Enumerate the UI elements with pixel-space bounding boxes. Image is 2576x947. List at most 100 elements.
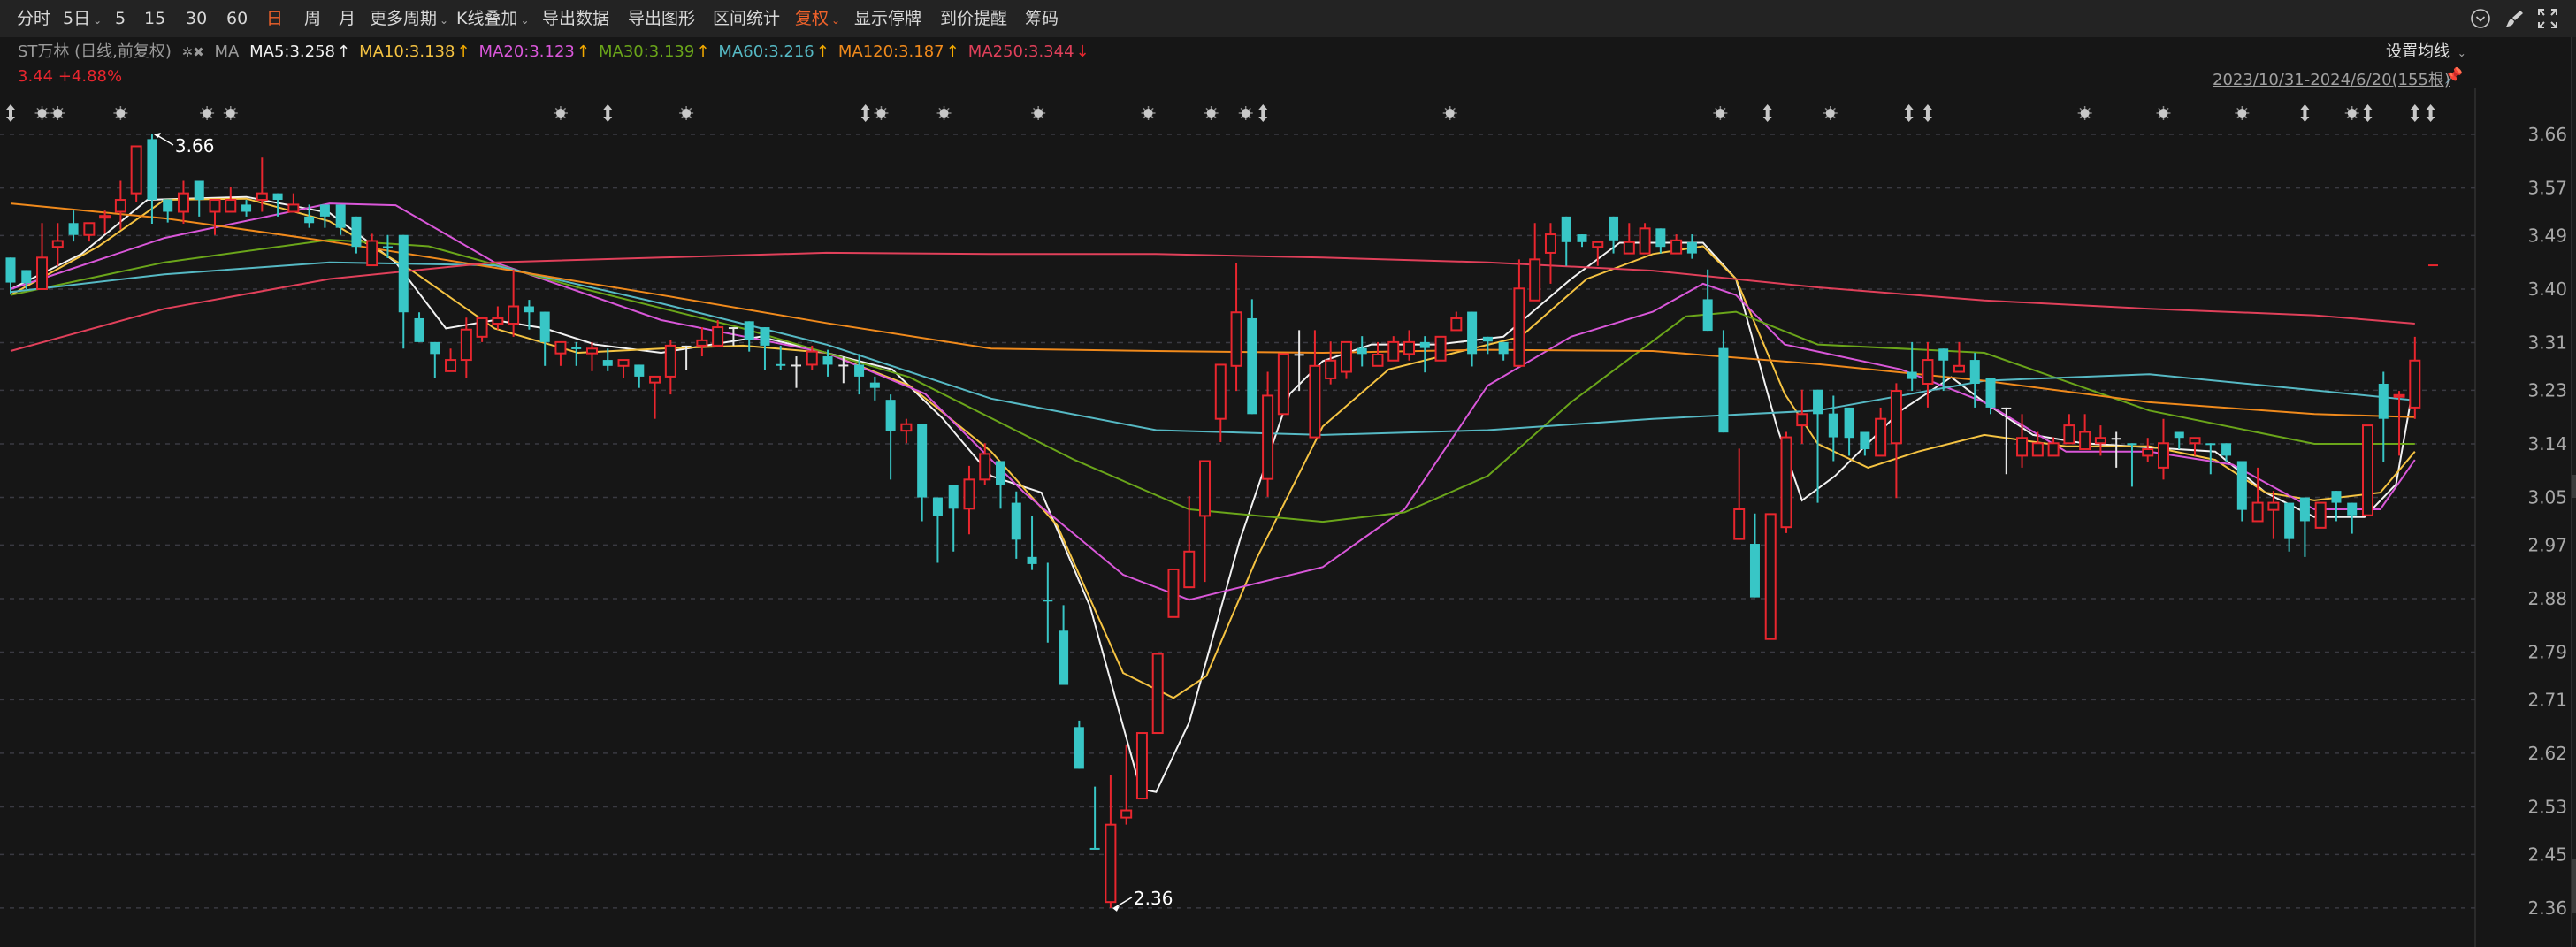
toolbar-item[interactable]: 日 (266, 0, 283, 37)
toolbar-item-label: 显示停牌 (854, 9, 922, 28)
scrollbar-thumb[interactable] (2572, 859, 2576, 913)
candle-body (1609, 216, 1619, 241)
chevron-down-icon: ⌄ (93, 14, 103, 27)
set-ma-button[interactable]: 设置均线 ⌄ (2386, 39, 2466, 66)
toolbar-item[interactable]: 导出图形 (628, 0, 695, 37)
candle (430, 341, 440, 378)
ma-settings-icon[interactable]: ✲✖ (182, 44, 204, 60)
toolbar-item[interactable]: 60 (226, 0, 248, 37)
toolbar-item[interactable]: 5 (115, 0, 126, 37)
candle-body (1828, 413, 1838, 438)
toolbar-item[interactable]: 到价提醒 (940, 0, 1007, 37)
top-toolbar: 分时 5日 ⌄ 5 15 30 60 日周月更多周期 ⌄ K线叠加 ⌄ 导出数据 导出图形 区间统计 复权 ⌄… (0, 0, 2576, 37)
toolbar-item[interactable]: 月 (339, 0, 355, 37)
candle-body (304, 216, 315, 224)
candle-body (51, 240, 64, 248)
candle-body (460, 328, 472, 362)
candle-body (1813, 389, 1823, 415)
candle-body (1230, 311, 1242, 367)
scrollbar-handle[interactable] (2572, 475, 2576, 498)
candle-body (21, 270, 32, 284)
candle (1277, 353, 1289, 416)
candle (1467, 311, 1478, 367)
candle-body (1482, 336, 1493, 342)
candle (319, 204, 330, 228)
event-star-icon (1823, 106, 1838, 120)
candle-body (2127, 443, 2137, 446)
candle (209, 199, 221, 235)
candle-body (539, 311, 550, 342)
candle-body (241, 204, 252, 212)
candle (51, 223, 64, 266)
toolbar-item[interactable]: 复权 ⌄ (795, 0, 840, 37)
candle-body (2174, 431, 2184, 439)
candle (177, 180, 189, 224)
candle-body (776, 363, 786, 366)
candle-body (147, 139, 157, 201)
toolbar-item[interactable]: 5日 ⌄ (63, 0, 102, 37)
candle-body (1135, 732, 1148, 800)
arrow-up-icon: ↑ (696, 42, 710, 61)
candle (2347, 502, 2358, 534)
kline-chart[interactable]: 3.66 3.57 3.49 3.40 3.31 3.23 3.14 3.05 2.97 2.88… (0, 88, 2571, 947)
candle (1639, 223, 1651, 255)
ma-legend-item: MA120:3.187 ↑ (838, 42, 965, 61)
candle (1749, 513, 1760, 598)
circle-chevron-down-icon[interactable] (2469, 7, 2492, 30)
ma-legend-item: MA250:3.344 ↓ (968, 42, 1095, 61)
event-arrows-icon (1904, 104, 1914, 122)
toolbar-item[interactable]: 周 (304, 0, 321, 37)
toolbar-item[interactable]: 筹码 (1025, 0, 1059, 37)
candle-body (2347, 502, 2358, 516)
toolbar-item[interactable]: 导出数据 (542, 0, 609, 37)
candle-body (2221, 443, 2232, 456)
candle-body (2284, 502, 2295, 539)
candle-body (209, 199, 221, 213)
candle-body (1105, 823, 1117, 904)
candle-body (2001, 407, 2012, 409)
toolbar-item[interactable]: K线叠加 ⌄ (456, 0, 530, 37)
candle-body (225, 199, 237, 213)
toolbar-item[interactable]: 30 (186, 0, 207, 37)
candle (2111, 431, 2121, 468)
candle-body (2393, 393, 2405, 398)
candle-body (854, 364, 865, 377)
candle-body (2267, 501, 2280, 511)
candle (1089, 786, 1100, 850)
candle-body (36, 256, 49, 290)
pin-icon[interactable]: 📌 (2444, 67, 2463, 85)
candle (1135, 732, 1148, 800)
candle-body (664, 344, 676, 378)
candle (99, 210, 111, 234)
current-price: 3.44 (18, 67, 54, 86)
candle (900, 418, 913, 444)
event-star-icon (1141, 106, 1156, 120)
brush-icon[interactable] (2503, 7, 2526, 30)
fullscreen-icon[interactable] (2536, 7, 2559, 30)
candle-body (617, 359, 630, 367)
y-tick-label: 2.36 (2527, 897, 2567, 919)
toolbar-item[interactable]: 15 (144, 0, 165, 37)
candle-body (1513, 287, 1525, 367)
candle-body (649, 375, 661, 384)
toolbar-item[interactable]: 分时 (17, 0, 50, 37)
toolbar-item[interactable]: 区间统计 (713, 0, 780, 37)
event-star-icon (1238, 106, 1253, 120)
candle (1953, 341, 1965, 373)
candle (1875, 407, 1887, 457)
candle (617, 359, 630, 378)
date-range-link[interactable]: 2023/10/31-2024/6/20(155根) (2213, 67, 2450, 90)
price-change-percent: +4.88% (57, 67, 123, 86)
candle-body (398, 234, 409, 313)
toolbar-item[interactable]: 更多周期 ⌄ (370, 0, 448, 37)
vertical-scrollbar[interactable] (2571, 37, 2576, 947)
candle (194, 180, 204, 217)
candle-body (634, 364, 645, 377)
candle (2362, 424, 2373, 516)
event-star-icon (1204, 106, 1219, 120)
toolbar-item-label: K线叠加 (456, 9, 518, 28)
candle-body (177, 192, 189, 213)
candle (948, 485, 959, 552)
toolbar-item[interactable]: 显示停牌 (854, 0, 921, 37)
candle (571, 341, 582, 366)
